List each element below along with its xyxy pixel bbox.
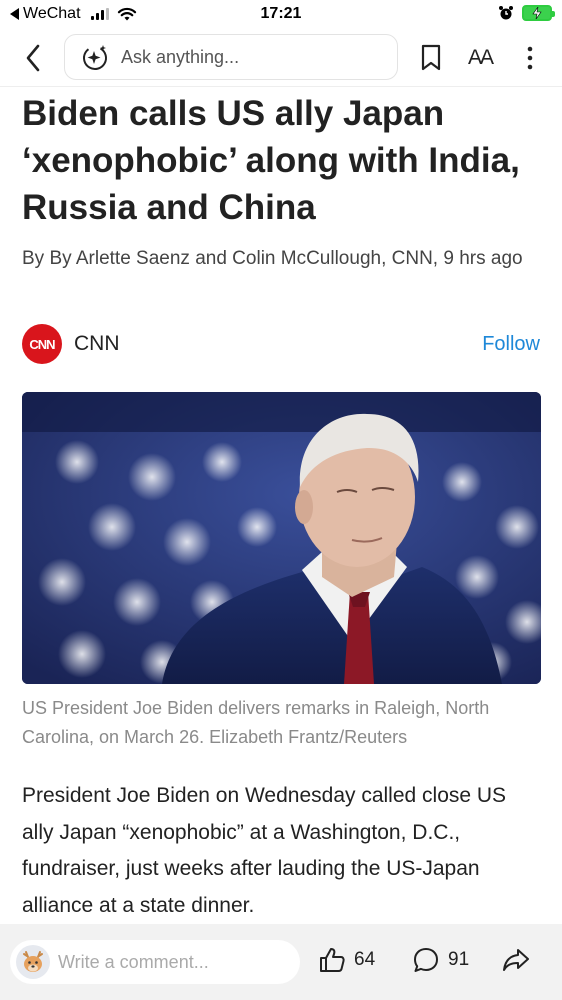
comment-input[interactable]: Write a comment...	[10, 940, 300, 984]
article-hero-image[interactable]	[22, 392, 541, 684]
status-bar: WeChat 17:21	[0, 0, 562, 30]
thumbs-up-icon	[320, 948, 345, 972]
ask-placeholder: Ask anything...	[121, 46, 240, 67]
cnn-logo[interactable]: CNN	[22, 324, 62, 364]
ask-anything-input[interactable]: Ask anything...	[64, 34, 398, 80]
more-options-button[interactable]	[514, 42, 546, 74]
like-button[interactable]: 64	[318, 946, 375, 974]
share-button[interactable]	[502, 946, 530, 974]
cnn-logo-text: CNN	[29, 336, 55, 352]
alarm-icon	[499, 6, 513, 20]
status-time: 17:21	[260, 5, 302, 22]
bookmark-button[interactable]	[415, 42, 447, 74]
comment-placeholder: Write a comment...	[58, 951, 209, 972]
ai-sparkle-icon	[83, 45, 107, 70]
comment-button[interactable]: 91	[412, 946, 469, 974]
image-caption: US President Joe Biden delivers remarks …	[22, 698, 490, 747]
article-byline: By By Arlette Saenz and Colin McCullough…	[22, 248, 523, 269]
bottom-action-bar: Write a comment... 64 91	[0, 924, 562, 1000]
battery-charging-icon	[522, 5, 555, 21]
deer-avatar-icon	[23, 951, 43, 972]
comment-bubble-icon	[414, 948, 438, 972]
back-button[interactable]	[18, 42, 48, 74]
article-body-paragraph: President Joe Biden on Wednesday called …	[22, 784, 507, 917]
follow-button[interactable]: Follow	[482, 333, 540, 356]
font-size-button[interactable]: AA	[462, 42, 498, 74]
chevron-left-icon	[26, 44, 40, 72]
source-name[interactable]: CNN	[74, 332, 120, 356]
like-count: 64	[354, 949, 376, 970]
more-vertical-icon	[527, 46, 533, 70]
comment-count: 91	[448, 949, 470, 970]
status-right	[498, 5, 555, 21]
share-arrow-icon	[503, 949, 529, 971]
font-size-icon: AA	[467, 46, 494, 69]
user-avatar	[16, 945, 50, 979]
bookmark-icon	[421, 44, 441, 71]
top-nav: Ask anything... AA	[0, 32, 562, 86]
nav-divider	[0, 86, 562, 87]
source-row: CNN CNN Follow	[22, 324, 540, 368]
photo-biden-flag-background	[22, 392, 541, 684]
article-headline: Biden calls US ally Japan ‘xenophobic’ a…	[22, 94, 520, 227]
